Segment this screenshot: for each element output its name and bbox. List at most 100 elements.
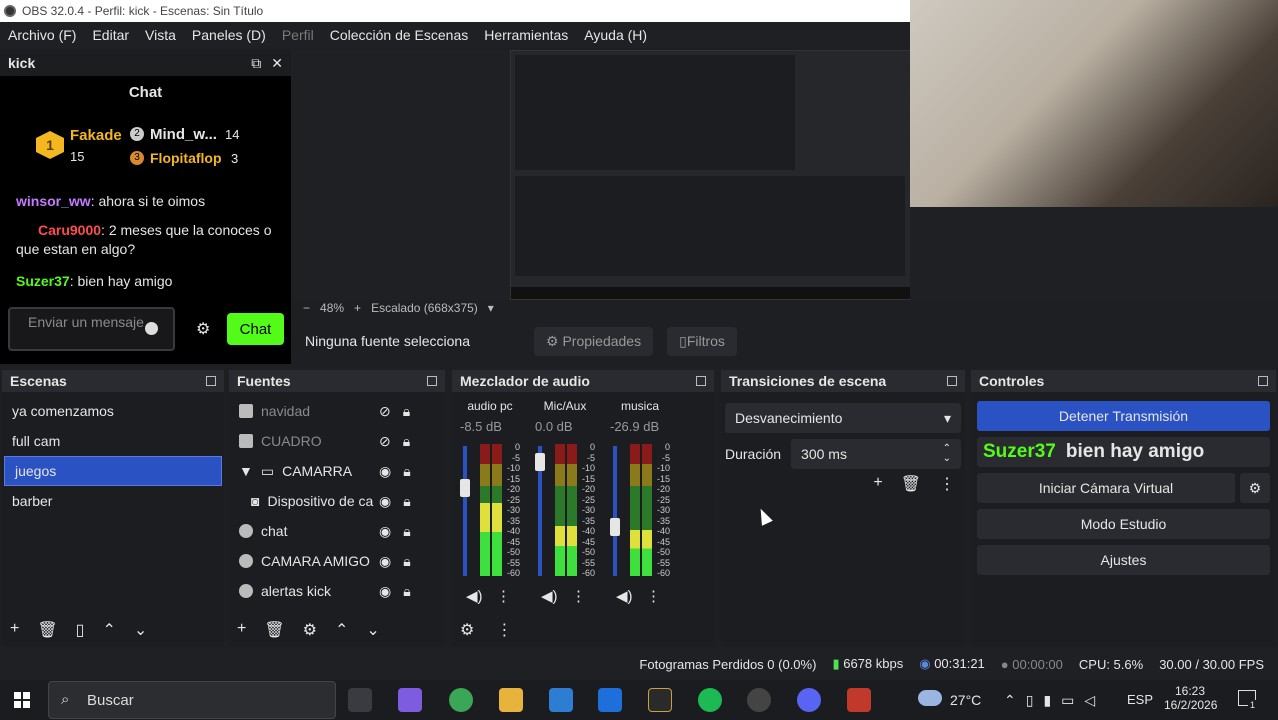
- lock-icon[interactable]: 🔒︎: [403, 553, 410, 570]
- menu-coleccion[interactable]: Colección de Escenas: [322, 27, 477, 43]
- menu-vista[interactable]: Vista: [137, 27, 184, 43]
- chat-send-button[interactable]: Chat: [227, 313, 284, 345]
- chrome-icon[interactable]: [449, 688, 473, 712]
- gear-icon[interactable]: ⚙: [1240, 473, 1270, 503]
- more-icon[interactable]: ⋮: [939, 474, 955, 494]
- filter-icon[interactable]: ▯: [76, 620, 85, 640]
- eye-icon[interactable]: ◉: [379, 583, 391, 600]
- top-user-2[interactable]: Mind_w...: [150, 126, 217, 143]
- spotify-icon[interactable]: [698, 688, 722, 712]
- lock-icon[interactable]: 🔒︎: [403, 493, 410, 510]
- volume-icon[interactable]: ◁: [1084, 692, 1095, 709]
- close-icon[interactable]: ✕: [271, 55, 283, 72]
- app-tray-icon[interactable]: ▯: [1026, 692, 1034, 709]
- voicemeeter-icon[interactable]: [847, 688, 871, 712]
- chevron-down-icon[interactable]: ⌄: [134, 620, 147, 640]
- more-icon[interactable]: ⋮: [496, 620, 512, 640]
- virtual-camera-button[interactable]: Iniciar Cámara Virtual: [977, 473, 1235, 503]
- transition-select[interactable]: Desvanecimiento ▾: [725, 403, 961, 433]
- gear-icon[interactable]: ⚙: [196, 319, 210, 339]
- input-language[interactable]: ESP: [1127, 692, 1153, 707]
- game-icon[interactable]: [648, 688, 672, 712]
- zoom-in-button[interactable]: +: [354, 301, 361, 315]
- more-icon[interactable]: ⋮: [571, 587, 586, 605]
- menu-paneles[interactable]: Paneles (D): [184, 27, 274, 43]
- menu-perfil[interactable]: Perfil: [274, 27, 322, 43]
- menu-archivo[interactable]: Archivo (F): [0, 27, 84, 43]
- float-icon[interactable]: .: [947, 376, 957, 386]
- speaker-icon[interactable]: ◀): [541, 587, 558, 605]
- mic-icon[interactable]: ▮: [1043, 692, 1051, 709]
- trash-icon[interactable]: 🗑: [37, 620, 57, 640]
- add-icon[interactable]: +: [873, 474, 882, 494]
- copilot-icon[interactable]: [398, 688, 422, 712]
- chevron-down-icon[interactable]: ⌄: [366, 620, 379, 640]
- chevron-up-icon[interactable]: ⌃: [335, 620, 348, 640]
- source-item[interactable]: chat: [229, 516, 445, 546]
- lock-icon[interactable]: 🔒︎: [403, 583, 410, 600]
- chevron-down-icon[interactable]: ▾: [488, 301, 494, 315]
- weather-icon[interactable]: [918, 690, 942, 706]
- menu-editar[interactable]: Editar: [84, 27, 137, 43]
- lock-icon[interactable]: 🔒︎: [403, 523, 410, 540]
- chevron-up-icon[interactable]: ⌃: [102, 620, 115, 640]
- chat-user[interactable]: Caru9000: [38, 222, 101, 238]
- discord-icon[interactable]: [797, 688, 821, 712]
- gear-icon[interactable]: ⚙: [460, 620, 474, 640]
- file-explorer-icon[interactable]: [499, 688, 523, 712]
- volume-slider[interactable]: [463, 446, 467, 576]
- eye-icon[interactable]: ◉: [379, 463, 391, 480]
- clock[interactable]: 16:23 16/2/2026: [1164, 684, 1217, 712]
- emoji-icon[interactable]: [145, 322, 158, 335]
- top-user-1[interactable]: Fakade: [70, 127, 122, 144]
- source-group[interactable]: ▼ ▭ CAMARRA: [229, 456, 445, 486]
- eye-icon[interactable]: ◉: [379, 523, 391, 540]
- eye-icon[interactable]: ◉: [379, 493, 391, 510]
- chevron-up-icon[interactable]: ⌃: [1004, 692, 1016, 709]
- lock-icon[interactable]: 🔒︎: [403, 433, 410, 450]
- chevron-down-icon[interactable]: ▼: [239, 463, 253, 479]
- add-icon[interactable]: +: [10, 620, 19, 640]
- lock-icon[interactable]: 🔒︎: [403, 403, 410, 420]
- filters-button[interactable]: ▯Filtros: [667, 326, 737, 356]
- scene-item[interactable]: ya comenzamos: [2, 396, 224, 426]
- scene-item-selected[interactable]: juegos: [4, 456, 222, 486]
- outlook-icon[interactable]: [598, 688, 622, 712]
- speaker-icon[interactable]: ◀): [616, 587, 633, 605]
- network-icon[interactable]: ▭: [1061, 692, 1074, 709]
- trash-icon[interactable]: 🗑: [264, 620, 284, 640]
- source-item[interactable]: ◙ Dispositivo de ca: [229, 486, 445, 516]
- chat-user[interactable]: Suzer37: [16, 273, 70, 289]
- windows-start-icon[interactable]: [14, 692, 30, 708]
- volume-knob[interactable]: [460, 478, 470, 497]
- source-item[interactable]: navidad: [229, 396, 445, 426]
- preview-canvas[interactable]: [510, 50, 912, 300]
- scene-item[interactable]: barber: [2, 486, 224, 516]
- chat-user[interactable]: winsor_ww: [16, 193, 91, 209]
- volume-knob[interactable]: [535, 452, 545, 471]
- task-view-icon[interactable]: [348, 688, 372, 712]
- float-icon[interactable]: .: [696, 376, 706, 386]
- source-item[interactable]: alertas kick: [229, 576, 445, 606]
- volume-knob[interactable]: [610, 517, 620, 536]
- add-icon[interactable]: +: [237, 620, 246, 640]
- top-user-3[interactable]: Flopitaflop: [150, 150, 222, 166]
- taskbar-search[interactable]: ⌕ Buscar: [48, 681, 336, 719]
- settings-button[interactable]: Ajustes: [977, 545, 1270, 575]
- properties-button[interactable]: ⚙ Propiedades: [534, 326, 654, 356]
- lock-icon[interactable]: 🔒︎: [403, 463, 410, 480]
- scene-item[interactable]: full cam: [2, 426, 224, 456]
- source-item[interactable]: CUADRO: [229, 426, 445, 456]
- menu-herramientas[interactable]: Herramientas: [476, 27, 576, 43]
- volume-slider[interactable]: [613, 446, 617, 576]
- zoom-out-button[interactable]: −: [303, 301, 310, 315]
- eye-hidden-icon[interactable]: ⊘: [379, 403, 391, 420]
- stop-stream-button[interactable]: Detener Transmisión: [977, 401, 1270, 431]
- obs-icon[interactable]: [747, 688, 771, 712]
- store-icon[interactable]: [549, 688, 573, 712]
- more-icon[interactable]: ⋮: [646, 587, 661, 605]
- float-icon[interactable]: ⧉: [251, 55, 261, 72]
- more-icon[interactable]: ⋮: [496, 587, 511, 605]
- source-item[interactable]: CAMARA AMIGO: [229, 546, 445, 576]
- gear-icon[interactable]: ⚙: [303, 620, 317, 640]
